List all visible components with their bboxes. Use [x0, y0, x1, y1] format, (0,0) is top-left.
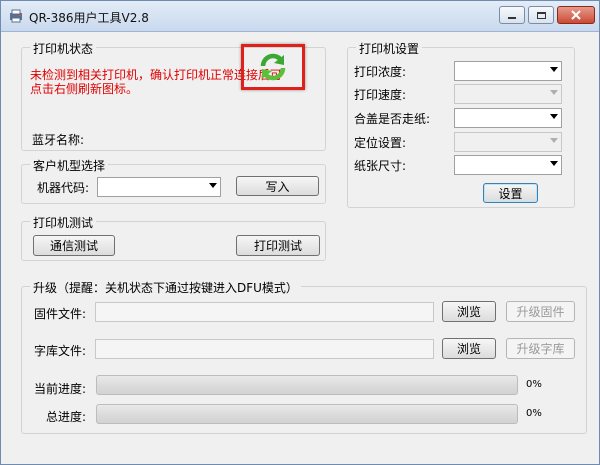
chevron-down-icon — [550, 67, 558, 72]
chevron-down-icon — [550, 138, 558, 143]
firmware-file-input[interactable] — [95, 302, 434, 322]
minimize-button[interactable] — [499, 6, 525, 24]
font-file-input[interactable] — [95, 339, 434, 359]
firmware-file-label: 固件文件: — [34, 307, 87, 321]
chevron-down-icon — [550, 90, 558, 95]
current-progress-text: 0% — [526, 379, 542, 390]
bluetooth-name-label: 蓝牙名称: — [32, 133, 85, 147]
refresh-icon[interactable] — [258, 52, 288, 82]
firmware-upgrade-button[interactable]: 升级固件 — [506, 301, 575, 322]
upgrade-group: 升级（提醒：关机状态下通过按键进入DFU模式） 固件文件: 浏览 升级固件 字库… — [21, 279, 587, 434]
model-select-legend: 客户机型选择 — [30, 157, 109, 174]
density-combo[interactable] — [454, 61, 562, 81]
minimize-icon — [508, 17, 516, 19]
close-icon — [571, 10, 581, 20]
print-test-button[interactable]: 打印测试 — [236, 235, 320, 256]
current-progress-label: 当前进度: — [34, 382, 87, 396]
total-progress-label: 总进度: — [46, 410, 87, 424]
position-label: 定位设置: — [354, 136, 407, 150]
write-button[interactable]: 写入 — [236, 176, 319, 196]
position-combo[interactable] — [454, 132, 562, 152]
density-label: 打印浓度: — [354, 65, 407, 79]
paper-size-combo[interactable] — [454, 155, 562, 175]
printer-settings-legend: 打印机设置 — [356, 40, 423, 57]
cover-feed-label: 合盖是否走纸: — [354, 112, 431, 126]
font-browse-button[interactable]: 浏览 — [442, 338, 496, 359]
upgrade-legend: 升级（提醒：关机状态下通过按键进入DFU模式） — [30, 279, 301, 296]
printer-status-legend: 打印机状态 — [30, 40, 97, 57]
close-button[interactable] — [557, 6, 595, 24]
chevron-down-icon — [550, 161, 558, 166]
maximize-icon — [536, 11, 546, 19]
paper-size-label: 纸张尺寸: — [354, 159, 407, 173]
total-progress-bar — [96, 404, 518, 424]
total-progress-text: 0% — [526, 408, 542, 419]
app-icon — [9, 9, 23, 23]
maximize-button[interactable] — [528, 6, 554, 24]
machine-code-label: 机器代码: — [37, 181, 90, 195]
window-title: QR-386用户工具V2.8 — [29, 11, 149, 25]
speed-combo[interactable] — [454, 84, 562, 104]
app-window: QR-386用户工具V2.8 打印机状态 未检测到相关打印机，确认打印机正常连接… — [0, 0, 600, 465]
comm-test-button[interactable]: 通信测试 — [33, 235, 115, 256]
cover-feed-combo[interactable] — [454, 108, 562, 128]
chevron-down-icon — [209, 183, 217, 188]
printer-test-group: 打印机测试 通信测试 打印测试 — [21, 214, 326, 261]
font-file-label: 字库文件: — [34, 344, 87, 358]
speed-label: 打印速度: — [354, 88, 407, 102]
printer-test-legend: 打印机测试 — [30, 214, 97, 231]
current-progress-bar — [96, 375, 518, 395]
machine-code-combo[interactable] — [97, 177, 221, 197]
model-select-group: 客户机型选择 机器代码: 写入 — [21, 157, 326, 204]
printer-settings-group: 打印机设置 打印浓度: 打印速度: 合盖是否走纸: 定位设置: 纸张尺寸: 设置 — [347, 40, 575, 208]
font-upgrade-button[interactable]: 升级字库 — [506, 338, 575, 359]
title-bar: QR-386用户工具V2.8 — [1, 1, 599, 32]
firmware-browse-button[interactable]: 浏览 — [442, 301, 496, 322]
chevron-down-icon — [550, 114, 558, 119]
set-button[interactable]: 设置 — [483, 183, 538, 203]
